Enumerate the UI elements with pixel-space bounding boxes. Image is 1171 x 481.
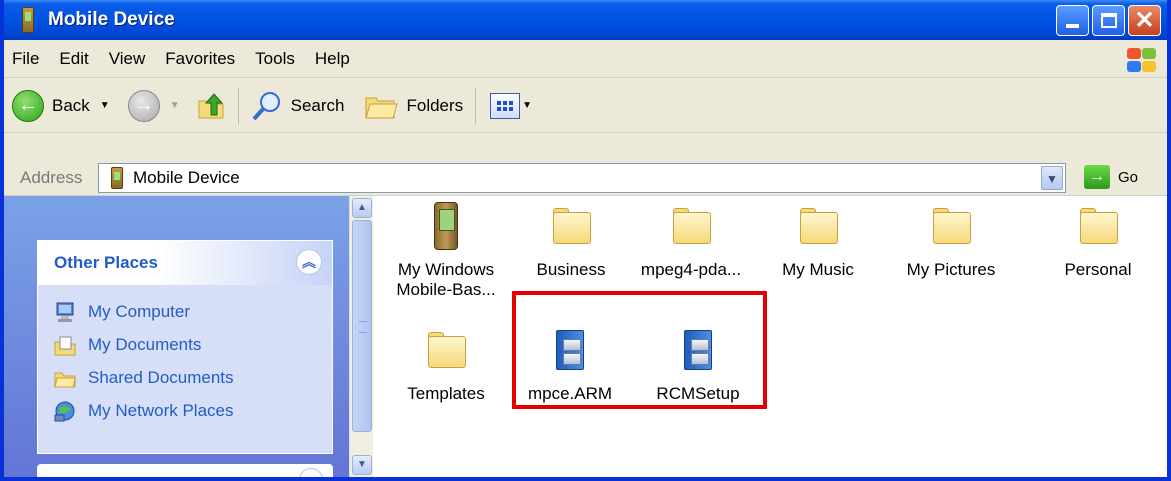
address-input[interactable]: Mobile Device ▼ — [98, 163, 1066, 193]
file-item[interactable]: mpce.ARM — [510, 326, 630, 404]
other-places-header[interactable]: Other Places ︽ — [38, 241, 332, 285]
go-arrow-icon: → — [1084, 165, 1110, 189]
folder-icon — [547, 202, 595, 250]
pda-icon — [422, 202, 470, 250]
up-folder-icon[interactable] — [196, 91, 226, 121]
maximize-icon — [1101, 13, 1117, 28]
scroll-grip-icon — [359, 321, 367, 333]
file-item[interactable]: Personal — [1038, 202, 1158, 280]
explorer-window: Mobile Device ✕ File Edit View Favorites… — [0, 0, 1171, 481]
network-places-icon — [54, 401, 75, 421]
toolbar-separator — [475, 87, 477, 124]
file-name: mpce.ARM — [527, 384, 613, 403]
file-name: My Windows — [397, 260, 495, 279]
views-icon[interactable] — [490, 92, 521, 119]
place-label: My Documents — [88, 334, 202, 354]
close-button[interactable]: ✕ — [1128, 5, 1161, 36]
file-item[interactable]: Templates — [386, 326, 506, 404]
cabinet-file-icon — [674, 326, 722, 374]
address-label: Address — [20, 167, 83, 187]
maximize-button[interactable] — [1092, 5, 1125, 36]
folders-icon[interactable] — [364, 92, 399, 120]
file-name: Personal — [1064, 260, 1132, 279]
folder-icon — [794, 202, 842, 250]
search-icon[interactable] — [251, 90, 283, 122]
menu-favorites[interactable]: Favorites — [165, 49, 235, 69]
menu-view[interactable]: View — [109, 49, 146, 69]
folder-icon — [927, 202, 975, 250]
search-button-label[interactable]: Search — [291, 96, 345, 116]
file-item[interactable]: mpeg4-pda... — [631, 202, 751, 280]
other-places-title: Other Places — [54, 253, 158, 272]
menu-help[interactable]: Help — [315, 49, 350, 69]
file-name: mpeg4-pda... — [640, 260, 742, 279]
place-label: My Computer — [88, 301, 191, 321]
folders-button-label[interactable]: Folders — [406, 96, 463, 116]
menu-bar: File Edit View Favorites Tools Help — [4, 40, 1167, 78]
address-bar: Address Mobile Device ▼ → Go — [4, 160, 1167, 196]
file-item[interactable]: My Windows Mobile-Bas... — [386, 202, 506, 300]
window-controls: ✕ — [1056, 5, 1161, 36]
scroll-thumb[interactable] — [352, 220, 372, 432]
scroll-up-icon[interactable]: ▲ — [352, 198, 372, 218]
menu-file[interactable]: File — [12, 49, 39, 69]
file-name: RCMSetup — [656, 384, 740, 403]
back-dropdown-icon[interactable]: ▼ — [100, 100, 110, 111]
mobile-device-icon — [111, 167, 123, 189]
folder-icon — [1074, 202, 1122, 250]
forward-arrow-icon[interactable]: → — [127, 89, 160, 122]
views-dropdown-icon[interactable]: ▼ — [522, 100, 532, 111]
file-item[interactable]: My Pictures — [891, 202, 1011, 280]
go-button[interactable]: → Go — [1084, 165, 1138, 189]
my-computer-icon — [56, 302, 74, 322]
content-area: Other Places ︽ My Computer My Documents … — [4, 196, 1167, 477]
menu-edit[interactable]: Edit — [59, 49, 88, 69]
title-bar[interactable]: Mobile Device ✕ — [4, 0, 1167, 40]
place-my-documents[interactable]: My Documents — [54, 328, 316, 361]
back-arrow-icon[interactable]: ← — [12, 89, 44, 122]
forward-dropdown-icon[interactable]: ▼ — [170, 100, 180, 111]
toolbar-separator — [237, 87, 239, 124]
place-my-network-places[interactable]: My Network Places — [54, 394, 316, 427]
minimize-icon — [1066, 24, 1079, 28]
go-label: Go — [1118, 168, 1139, 186]
shared-folder-icon — [54, 372, 76, 387]
mobile-device-icon — [22, 7, 34, 33]
file-item[interactable]: My Music — [758, 202, 878, 280]
windows-logo-icon — [1125, 47, 1157, 73]
place-my-computer[interactable]: My Computer — [54, 295, 316, 328]
other-places-list: My Computer My Documents Shared Document… — [38, 285, 332, 437]
my-documents-icon — [54, 336, 76, 355]
file-item[interactable]: Business — [511, 202, 631, 280]
folder-icon — [422, 326, 470, 374]
standard-toolbar: ← Back ▼ → ▼ Search Folders ▼ — [4, 79, 1167, 133]
file-item[interactable]: RCMSetup — [638, 326, 758, 404]
collapse-chevron-icon[interactable]: ︽ — [296, 249, 322, 275]
file-list: My Windows Mobile-Bas... Business mpeg4-… — [373, 196, 1167, 477]
address-dropdown-icon[interactable]: ▼ — [1041, 166, 1063, 190]
vertical-scrollbar[interactable]: ▲ ▼ — [349, 196, 373, 477]
window-title: Mobile Device — [48, 9, 175, 30]
task-pane: Other Places ︽ My Computer My Documents … — [4, 196, 349, 477]
file-name: Business — [536, 260, 606, 279]
other-places-panel: Other Places ︽ My Computer My Documents … — [37, 240, 333, 454]
file-name: My Pictures — [906, 260, 996, 279]
back-button-label[interactable]: Back — [52, 96, 90, 116]
file-name: Templates — [407, 384, 485, 403]
folder-icon — [667, 202, 715, 250]
place-label: My Network Places — [88, 400, 234, 420]
place-shared-documents[interactable]: Shared Documents — [54, 361, 316, 394]
address-value: Mobile Device — [133, 168, 240, 187]
scroll-down-icon[interactable]: ▼ — [352, 455, 372, 475]
menu-tools[interactable]: Tools — [255, 49, 295, 69]
file-name: My Music — [782, 260, 854, 279]
details-panel-header[interactable]: ︽ — [37, 464, 333, 477]
collapse-chevron-icon[interactable]: ︽ — [299, 468, 323, 477]
place-label: Shared Documents — [88, 367, 234, 387]
cabinet-file-icon — [546, 326, 594, 374]
close-icon: ✕ — [1134, 7, 1155, 34]
minimize-button[interactable] — [1056, 5, 1089, 36]
file-name: Mobile-Bas... — [396, 280, 496, 299]
